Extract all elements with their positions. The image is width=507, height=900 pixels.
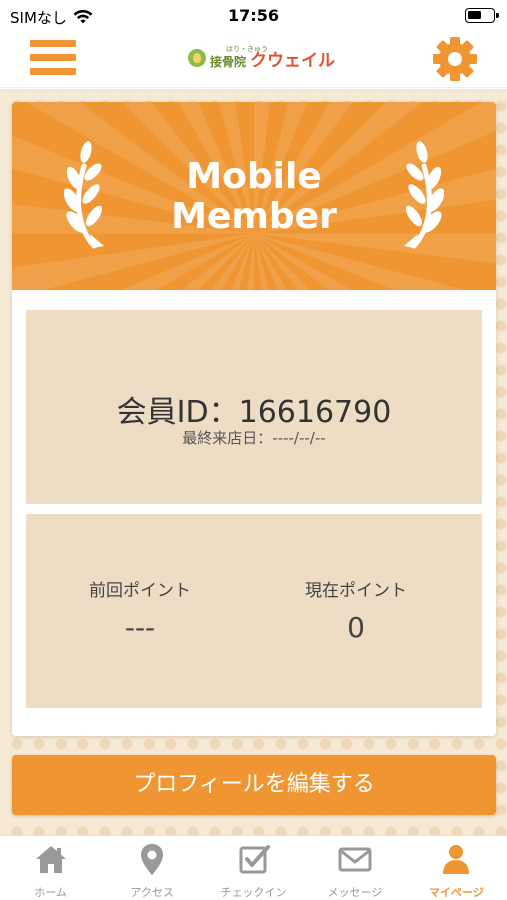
member-card: Mobile Member 会員ID：16616790 最終来店日：----/-… [12, 102, 496, 736]
edit-profile-button[interactable]: プロフィールを編集する [12, 755, 496, 815]
gear-icon [433, 37, 477, 81]
tab-message-label: メッセージ [327, 886, 383, 899]
checkin-icon [239, 845, 270, 874]
main-content: Mobile Member 会員ID：16616790 最終来店日：----/-… [0, 89, 507, 835]
current-points-value: 0 [347, 611, 365, 644]
logo-main: 接骨院 クウェイル [210, 53, 335, 70]
last-visit-date: 最終来店日：----/--/-- [182, 429, 326, 447]
person-icon [443, 845, 470, 874]
home-icon [35, 846, 66, 873]
settings-button[interactable] [431, 35, 479, 83]
battery-icon [465, 8, 499, 23]
tab-mypage[interactable]: マイページ [406, 836, 507, 900]
hamburger-icon-bar [30, 40, 76, 47]
menu-button[interactable] [30, 38, 76, 78]
previous-points-label: 前回ポイント [89, 581, 191, 601]
tab-home-label: ホーム [34, 886, 68, 899]
tab-access-label: アクセス [130, 886, 174, 899]
member-id-panel: 会員ID：16616790 最終来店日：----/--/-- [26, 310, 482, 504]
tab-access[interactable]: アクセス [101, 836, 202, 900]
logo-mark-icon [188, 49, 206, 67]
hamburger-icon-bar [30, 68, 76, 75]
member-card-header: Mobile Member [12, 102, 496, 290]
tab-bar: ホーム アクセス チェックイン メッセージ マイページ [0, 835, 507, 900]
current-points-label: 現在ポイント [305, 581, 407, 601]
tab-mypage-label: マイページ [428, 886, 484, 899]
logo-text: はり・きゅう 接骨院 クウェイル [210, 46, 335, 70]
member-id: 会員ID：16616790 [116, 395, 392, 430]
status-bar: SIMなし 17:56 [0, 0, 507, 32]
tab-checkin-label: チェックイン [220, 886, 287, 899]
previous-points-value: --- [124, 611, 156, 644]
tab-checkin[interactable]: チェックイン [203, 836, 304, 900]
clinic-logo: はり・きゅう 接骨院 クウェイル [188, 43, 335, 73]
app-header: はり・きゅう 接骨院 クウェイル [0, 32, 507, 88]
tab-message[interactable]: メッセージ [304, 836, 405, 900]
logo-sub-text: 接骨院 [210, 55, 247, 69]
logo-name-text: クウェイル [250, 51, 336, 71]
hamburger-icon-bar [30, 54, 76, 61]
map-pin-icon [141, 844, 164, 875]
current-points: 現在ポイント 0 [242, 576, 470, 644]
tab-home[interactable]: ホーム [0, 836, 101, 900]
points-panel: 前回ポイント --- 現在ポイント 0 [26, 514, 482, 708]
envelope-icon [338, 847, 372, 872]
clock: 17:56 [228, 6, 279, 25]
previous-points: 前回ポイント --- [26, 576, 254, 644]
laurel-right-icon [404, 141, 444, 249]
